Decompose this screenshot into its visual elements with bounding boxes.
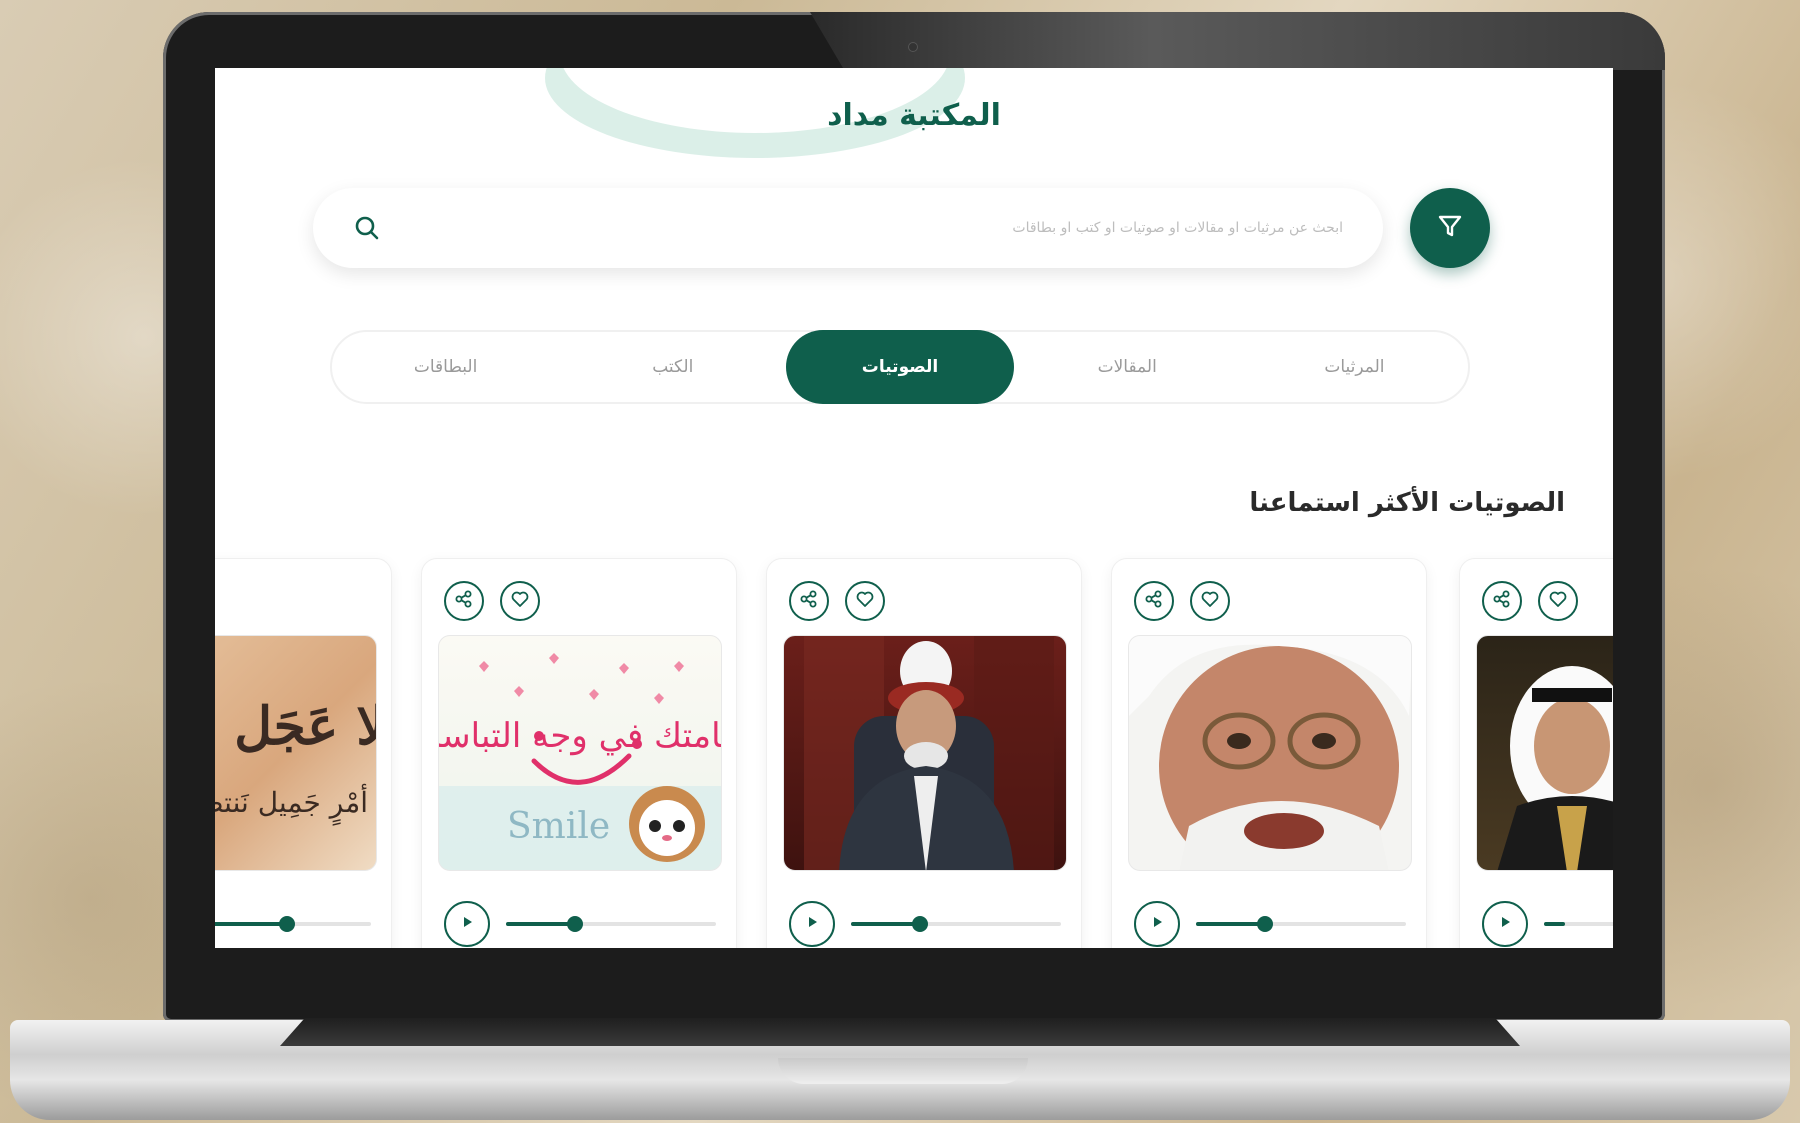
tab-elegies[interactable]: المرثيات — [1241, 330, 1468, 404]
thumbnail-image — [1476, 635, 1613, 871]
progress-fill — [1196, 922, 1266, 926]
webcam — [908, 42, 918, 52]
portrait-man-keffiyeh — [1497, 666, 1613, 870]
page-title: المكتبة مداد — [827, 98, 1001, 133]
search-icon[interactable] — [353, 214, 381, 242]
section-title: الصوتيات الأكثر استماعنا — [1249, 488, 1565, 518]
play-icon — [459, 914, 475, 934]
progress-knob[interactable] — [912, 916, 929, 932]
favorite-button[interactable] — [1538, 581, 1578, 621]
tab-cards[interactable]: البطاقات — [332, 330, 559, 404]
favorite-button[interactable] — [845, 581, 885, 621]
share-icon — [1144, 589, 1164, 613]
tab-books[interactable]: الكتب — [559, 330, 786, 404]
thumbnail-caption-arabic: لا عَجَل — [234, 696, 377, 757]
favorite-button[interactable] — [500, 581, 540, 621]
tab-articles[interactable]: المقالات — [1014, 330, 1241, 404]
portrait-elderly-man-glasses — [1129, 636, 1411, 870]
progress-fill — [851, 922, 921, 926]
thumbnail-caption-latin: Smile — [507, 806, 611, 847]
play-icon — [1149, 914, 1165, 934]
play-icon — [1497, 914, 1513, 934]
progress-fill — [1544, 922, 1565, 926]
audio-progress-bar[interactable] — [1544, 922, 1613, 926]
thumbnail-caption-arabic: ابتسامتك في وجه التباسم نعمة — [439, 716, 722, 756]
share-button[interactable] — [1134, 581, 1174, 621]
thumbnail-image: ابتسامتك في وجه التباسم نعمة Smile — [438, 635, 722, 871]
progress-knob[interactable] — [279, 916, 295, 932]
progress-knob[interactable] — [567, 916, 584, 932]
audio-progress-bar[interactable] — [1196, 916, 1406, 932]
play-button[interactable] — [1482, 901, 1528, 947]
heart-icon — [1548, 589, 1568, 613]
share-icon — [454, 589, 474, 613]
share-button[interactable] — [789, 581, 829, 621]
filter-button[interactable] — [1410, 188, 1490, 268]
play-button[interactable] — [1134, 901, 1180, 947]
audio-progress-bar[interactable] — [851, 916, 1061, 932]
share-button[interactable] — [1482, 581, 1522, 621]
audio-card[interactable]: ابتسامتك في وجه التباسم نعمة Smile — [421, 558, 737, 948]
heart-icon — [855, 589, 875, 613]
play-icon — [804, 914, 820, 934]
progress-knob[interactable] — [1257, 916, 1274, 932]
laptop-notch — [778, 1058, 1028, 1084]
category-tabs: المرثيات المقالات الصوتيات الكتب البطاقا… — [330, 330, 1470, 404]
thumbnail-image — [1128, 635, 1412, 871]
share-icon — [1492, 589, 1512, 613]
audio-progress-bar[interactable] — [215, 916, 371, 932]
progress-fill — [215, 922, 287, 926]
thumbnail-caption-arabic: أمْرٍ جَمِيل نَنتظِر — [215, 786, 368, 819]
heart-icon — [510, 589, 530, 613]
favorite-button[interactable] — [1190, 581, 1230, 621]
share-icon — [799, 589, 819, 613]
progress-fill — [506, 922, 576, 926]
play-button[interactable] — [444, 901, 490, 947]
search-bar[interactable] — [313, 188, 1383, 268]
audio-carousel: ابتسامتك في وجه التباسم نعمة Smile لا عَ… — [215, 558, 1613, 948]
laptop-hinge — [280, 1018, 1520, 1046]
audio-card[interactable] — [1459, 558, 1613, 948]
play-button[interactable] — [789, 901, 835, 947]
thumbnail-image: لا عَجَل أمْرٍ جَمِيل نَنتظِر — [215, 635, 377, 871]
heart-icon — [1200, 589, 1220, 613]
audio-progress-bar[interactable] — [506, 916, 716, 932]
search-input[interactable] — [403, 206, 1353, 250]
thumbnail-image — [783, 635, 1067, 871]
portrait-sheikh-turban — [804, 636, 1054, 870]
tab-audios[interactable]: الصوتيات — [786, 330, 1014, 404]
share-button[interactable] — [444, 581, 484, 621]
screen: المكتبة مداد المرثيات المقالات الصوتيات … — [215, 68, 1613, 948]
audio-card[interactable] — [766, 558, 1082, 948]
audio-card[interactable]: لا عَجَل أمْرٍ جَمِيل نَنتظِر — [215, 558, 392, 948]
lid-glare — [810, 12, 1665, 70]
filter-icon — [1435, 211, 1465, 245]
audio-card[interactable] — [1111, 558, 1427, 948]
